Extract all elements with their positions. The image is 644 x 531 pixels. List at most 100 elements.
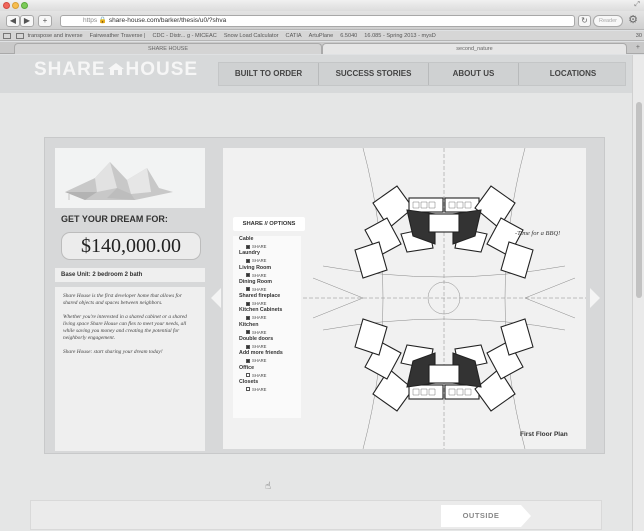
bookmark-item[interactable]: CDC - Distr... g - MICEAC — [152, 33, 216, 39]
description-text: Share House is the first developer home … — [55, 287, 205, 451]
logo-house: HOUSE — [125, 59, 199, 80]
floor-plan-viewer: SHARE // OPTIONS Cable SHARE Laundry SHARE L… — [223, 148, 586, 492]
logo-share: SHARE — [34, 59, 106, 80]
options-title: SHARE // OPTIONS — [233, 217, 305, 231]
forward-button[interactable]: ▶ — [20, 15, 34, 27]
bottom-navigation: OUTSIDE — [30, 500, 602, 530]
scrollbar-thumb[interactable] — [636, 102, 642, 298]
share-checkbox[interactable]: SHARE — [246, 272, 266, 279]
option-name: Office — [239, 364, 255, 371]
back-button[interactable]: ◀ — [6, 15, 20, 27]
add-bookmark-button[interactable]: + — [38, 15, 52, 27]
share-label: SHARE — [252, 358, 267, 364]
checkbox-icon[interactable] — [246, 358, 250, 363]
tab-share-house[interactable]: SHARE HOUSE — [14, 43, 322, 54]
share-checkbox[interactable]: SHARE — [246, 314, 266, 321]
bookmark-item[interactable]: 16.085 - Spring 2013 - mysD — [364, 33, 436, 39]
share-checkbox[interactable]: SHARE — [246, 286, 266, 293]
share-label: SHARE — [252, 344, 267, 350]
share-label: SHARE — [252, 315, 267, 321]
option-name: Dining Room — [239, 278, 272, 285]
site-logo[interactable]: SHARE HOUSE — [34, 59, 198, 81]
reader-button[interactable]: Reader — [593, 15, 623, 27]
outside-button[interactable]: OUTSIDE — [441, 505, 531, 527]
nav-built-to-order[interactable]: BUILT TO ORDER — [219, 63, 319, 85]
share-checkbox[interactable]: SHARE — [246, 257, 266, 264]
option-row: Add more friends SHARE — [233, 350, 301, 364]
share-label: SHARE — [252, 372, 267, 378]
nav-locations[interactable]: LOCATIONS — [519, 63, 627, 85]
scrollbar[interactable] — [632, 55, 644, 531]
tab-second-nature[interactable]: second_nature — [322, 43, 627, 54]
share-checkbox[interactable]: SHARE — [246, 300, 266, 307]
bookmark-item[interactable]: transpose and inverse — [28, 33, 83, 39]
checkbox-icon[interactable] — [246, 301, 250, 306]
option-name: Closets — [239, 378, 259, 385]
bookmark-item[interactable]: CATIA — [286, 33, 302, 39]
next-arrow-icon[interactable] — [590, 288, 600, 308]
option-row: Kitchen Cabinets SHARE — [233, 307, 301, 321]
close-window-button[interactable] — [3, 2, 10, 9]
site-header: SHARE HOUSE BUILT TO ORDER SUCCESS STORIE… — [0, 55, 632, 93]
option-name: Kitchen — [239, 321, 259, 328]
checkbox-icon[interactable] — [246, 287, 250, 292]
bookmark-item[interactable]: Snow Load Calculator — [224, 33, 279, 39]
web-page: SHARE HOUSE BUILT TO ORDER SUCCESS STORIE… — [0, 55, 632, 531]
house-thumbnail — [55, 148, 205, 208]
main-nav: BUILT TO ORDER SUCCESS STORIES ABOUT US … — [218, 62, 626, 86]
bookmark-item[interactable]: 6.5040 — [340, 33, 357, 39]
fullscreen-icon[interactable]: ⤢ — [634, 1, 640, 9]
reload-icon[interactable]: ↻ — [578, 15, 591, 27]
option-row: Dining Room SHARE — [233, 279, 301, 293]
base-unit-label: Base Unit: 2 bedroom 2 bath — [55, 268, 205, 282]
configurator-panel: GET YOUR DREAM FOR: $140,000.00 Base Uni… — [44, 137, 605, 492]
option-row: Living Room SHARE — [233, 265, 301, 279]
address-bar[interactable]: https 🔒 share-house.com/barker/thesis/u0… — [60, 15, 575, 27]
zoom-window-button[interactable] — [21, 2, 28, 9]
minimize-window-button[interactable] — [12, 2, 19, 9]
share-label: SHARE — [252, 329, 267, 335]
checkbox-icon[interactable] — [246, 344, 250, 349]
option-row: Shared fireplace SHARE — [233, 293, 301, 307]
checkbox-icon[interactable] — [246, 330, 250, 335]
option-row: Office SHARE — [233, 365, 301, 379]
option-name: Cable — [239, 236, 254, 242]
price-display: $140,000.00 — [61, 232, 201, 260]
bookmark-item[interactable]: Fairweather Traverse | — [90, 33, 146, 39]
share-label: SHARE — [252, 386, 267, 392]
checkbox-icon[interactable] — [246, 373, 250, 378]
checkbox-icon[interactable] — [246, 387, 250, 392]
share-checkbox[interactable]: SHARE — [246, 243, 266, 250]
share-checkbox[interactable]: SHARE — [246, 329, 266, 336]
share-checkbox[interactable]: SHARE — [246, 343, 266, 350]
share-checkbox[interactable]: SHARE — [246, 386, 266, 393]
floor-plan-drawing — [303, 148, 586, 449]
option-name: Add more friends — [239, 350, 283, 357]
pricing-column: GET YOUR DREAM FOR: $140,000.00 Base Uni… — [55, 148, 205, 451]
bookmark-overflow[interactable]: 30 — [636, 31, 642, 40]
nav-success-stories[interactable]: SUCCESS STORIES — [319, 63, 429, 85]
checkbox-icon[interactable] — [246, 315, 250, 320]
option-row: Kitchen SHARE — [233, 322, 301, 336]
nav-about-us[interactable]: ABOUT US — [429, 63, 519, 85]
gear-icon[interactable]: ⚙ — [626, 14, 640, 28]
share-checkbox[interactable]: SHARE — [246, 357, 266, 364]
option-name: Double doors — [239, 336, 274, 343]
floor-plan-label: First Floor Plan — [520, 431, 568, 438]
lock-icon: 🔒 — [98, 17, 107, 24]
house-icon — [107, 60, 125, 75]
new-tab-icon[interactable]: + — [636, 42, 640, 54]
previous-arrow-icon[interactable] — [211, 288, 221, 308]
bookmarks-bar: transpose and inverse Fairweather Travers… — [0, 31, 644, 41]
option-name: Living Room — [239, 264, 272, 271]
checkbox-icon[interactable] — [246, 244, 250, 249]
bookmark-item[interactable]: ArtuPlane — [309, 33, 334, 39]
reading-list-icon[interactable] — [3, 32, 11, 39]
top-sites-icon[interactable] — [16, 32, 24, 39]
bbq-note: -Time for a BBQ! — [515, 230, 561, 237]
checkbox-icon[interactable] — [246, 258, 250, 263]
options-list: Cable SHARE Laundry SHARE Living Room SHARE Di… — [233, 236, 301, 418]
share-checkbox[interactable]: SHARE — [246, 372, 266, 379]
share-label: SHARE — [252, 301, 267, 307]
checkbox-icon[interactable] — [246, 273, 250, 278]
